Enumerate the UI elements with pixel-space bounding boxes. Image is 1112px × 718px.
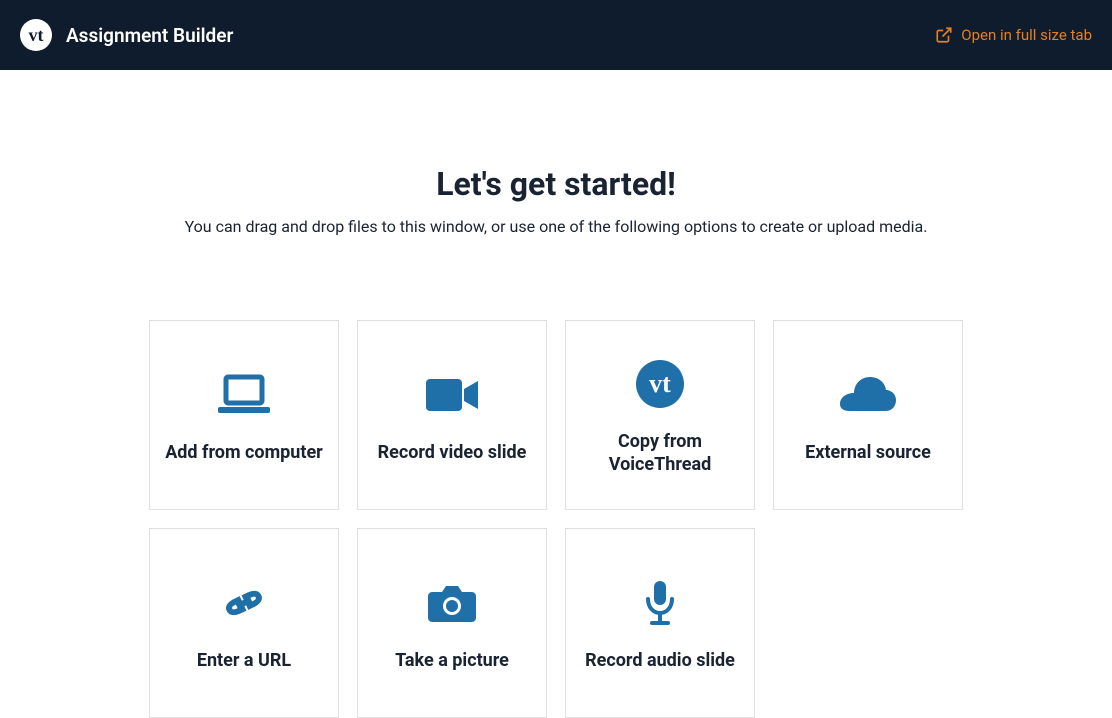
main-content: Let's get started! You can drag and drop… — [0, 70, 1112, 718]
card-label: External source — [805, 441, 931, 464]
copy-from-voicethread-card[interactable]: vt Copy from VoiceThread — [565, 320, 755, 510]
laptop-icon — [214, 365, 274, 425]
vt-logo: vt — [20, 19, 52, 51]
open-fullsize-label: Open in full size tab — [961, 26, 1092, 44]
card-label: Record video slide — [378, 441, 527, 464]
record-audio-card[interactable]: Record audio slide — [565, 528, 755, 718]
enter-url-card[interactable]: Enter a URL — [149, 528, 339, 718]
add-from-computer-card[interactable]: Add from computer — [149, 320, 339, 510]
page-subtitle: You can drag and drop files to this wind… — [0, 217, 1112, 236]
link-icon — [217, 573, 271, 633]
cloud-icon — [838, 365, 898, 425]
microphone-icon — [642, 573, 678, 633]
card-label: Enter a URL — [197, 649, 291, 672]
camera-icon — [426, 573, 478, 633]
vt-logo-icon: vt — [636, 354, 684, 414]
external-link-icon — [935, 26, 953, 44]
record-video-card[interactable]: Record video slide — [357, 320, 547, 510]
app-header: vt Assignment Builder Open in full size … — [0, 0, 1112, 70]
app-title: Assignment Builder — [66, 24, 233, 47]
card-label: Copy from VoiceThread — [576, 430, 744, 477]
external-source-card[interactable]: External source — [773, 320, 963, 510]
options-grid: Add from computer Record video slide vt … — [0, 320, 1112, 718]
video-camera-icon — [424, 365, 480, 425]
take-picture-card[interactable]: Take a picture — [357, 528, 547, 718]
card-label: Record audio slide — [585, 649, 735, 672]
card-label: Add from computer — [165, 441, 323, 464]
card-label: Take a picture — [395, 649, 509, 672]
header-left: vt Assignment Builder — [20, 19, 233, 51]
page-title: Let's get started! — [0, 165, 1112, 203]
open-fullsize-link[interactable]: Open in full size tab — [935, 26, 1092, 44]
